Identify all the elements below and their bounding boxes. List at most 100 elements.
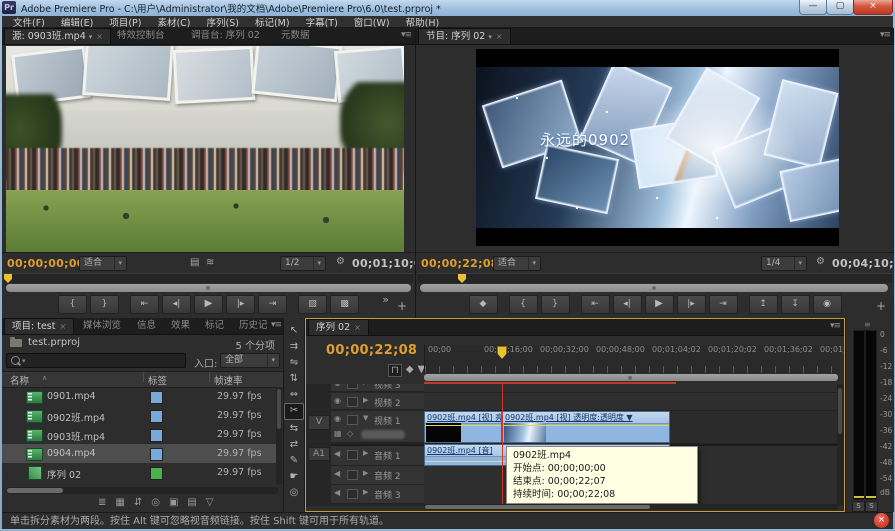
program-resolution-select[interactable]: 1/4▾ — [761, 256, 807, 271]
automate-to-sequence-icon[interactable]: ⇵ — [134, 497, 142, 508]
work-area-bar[interactable] — [424, 374, 838, 381]
column-label[interactable]: 标签 — [148, 373, 167, 387]
column-framerate[interactable]: 帧速率 — [214, 373, 243, 387]
rate-stretch-tool[interactable]: ⇔ — [285, 387, 303, 402]
step-back-button[interactable]: ◂| — [613, 295, 642, 314]
close-icon[interactable]: × — [354, 323, 361, 332]
tab-audio-mixer[interactable]: 调音台: 序列 02 — [184, 28, 267, 43]
program-zoom-scrollbar[interactable] — [420, 284, 888, 292]
table-row[interactable]: 0902班.mp4 29.97 fps — [2, 406, 276, 425]
rolling-edit-tool[interactable]: ⇅ — [285, 371, 303, 386]
close-icon[interactable]: × — [96, 32, 103, 41]
label-chip[interactable] — [150, 448, 163, 461]
tab-program[interactable]: 节目: 序列 02▾× — [418, 28, 511, 44]
list-view-icon[interactable]: ≣ — [98, 497, 106, 508]
mark-in-button[interactable]: { — [58, 295, 87, 314]
track-header-audio1[interactable]: ◀ ▶ 音频 1 — [331, 444, 424, 466]
source-time-ruler[interactable] — [4, 273, 413, 283]
close-icon[interactable]: × — [496, 32, 503, 41]
menu-title[interactable]: 字幕(T) — [299, 15, 345, 29]
tab-source[interactable]: 源: 0903班.mp4▾× — [4, 28, 111, 44]
new-bin-icon[interactable]: ▣ — [169, 497, 178, 508]
collapse-icon[interactable]: ▶ — [363, 384, 368, 386]
lock-toggle[interactable] — [347, 397, 358, 407]
solo-right-button[interactable]: S — [865, 501, 878, 512]
chevron-down-icon[interactable]: ▾ — [89, 33, 93, 41]
button-editor-plus-icon[interactable]: + — [876, 299, 886, 313]
timeline-current-timecode[interactable]: 00;00;22;08 — [326, 343, 417, 358]
mark-in-button[interactable]: { — [509, 295, 538, 314]
track-content-video2[interactable] — [424, 393, 837, 411]
expand-icon[interactable]: ▼ — [363, 414, 368, 422]
search-options-caret-icon[interactable]: ▾ — [22, 357, 26, 365]
timeline-clip-video1-b[interactable]: 0902班.mp4 [视] 透明度:透明度 ▼ — [502, 411, 670, 443]
tab-sequence-02[interactable]: 序列 02× — [308, 319, 369, 335]
maximize-button[interactable]: ▢ — [826, 0, 854, 15]
program-current-timecode[interactable]: 00;00;22;08 — [421, 257, 499, 270]
panel-menu-icon[interactable]: ▾≡ — [271, 320, 281, 330]
speaker-icon[interactable]: ◀ — [334, 488, 340, 497]
tab-effect-controls[interactable]: 特效控制台 — [110, 28, 172, 43]
audio1-target-badge[interactable]: A1 — [308, 447, 330, 461]
menu-marker[interactable]: 标记(M) — [248, 15, 297, 29]
video1-target-badge[interactable]: V — [308, 415, 330, 430]
menu-project[interactable]: 项目(P) — [102, 15, 148, 29]
eye-icon[interactable]: ◉ — [334, 384, 341, 387]
minimize-button[interactable]: — — [799, 0, 827, 15]
timeline-vscrollbar[interactable] — [837, 384, 843, 504]
collapse-icon[interactable]: ▶ — [363, 449, 368, 457]
source-zoom-scrollbar[interactable] — [6, 284, 411, 292]
track-header-video1[interactable]: ◉ ▼ 视频 1 ▦ ◇ — [331, 411, 424, 443]
lock-toggle[interactable] — [347, 489, 358, 499]
hand-tool[interactable]: ☛ — [285, 469, 303, 484]
source-fit-select[interactable]: 适合▾ — [79, 256, 127, 271]
drag-audio-icon[interactable]: ≋ — [206, 257, 214, 268]
drag-video-icon[interactable]: ▤ — [190, 257, 199, 268]
tab-effects[interactable]: 效果 — [164, 318, 197, 333]
program-fit-select[interactable]: 适合▾ — [493, 256, 541, 271]
close-button[interactable]: × — [853, 0, 893, 15]
playhead-line[interactable] — [502, 384, 503, 506]
add-marker-button[interactable]: ◆ — [469, 295, 498, 314]
speaker-icon[interactable]: ◀ — [334, 449, 340, 458]
go-to-out-button[interactable]: ⇥ — [709, 295, 738, 314]
label-chip[interactable] — [150, 391, 163, 404]
program-playhead[interactable] — [458, 274, 466, 283]
table-row[interactable]: 0901.mp4 29.97 fps — [2, 387, 276, 406]
find-icon[interactable]: ◎ — [151, 497, 160, 508]
menu-clip[interactable]: 素材(C) — [150, 15, 197, 29]
search-input[interactable]: ▾ — [6, 353, 186, 368]
lock-toggle[interactable] — [347, 450, 358, 460]
go-to-in-button[interactable]: ⇤ — [130, 295, 159, 314]
source-resolution-select[interactable]: 1/2▾ — [280, 256, 326, 271]
menu-edit[interactable]: 编辑(E) — [54, 15, 100, 29]
overwrite-button[interactable]: ▩ — [330, 295, 359, 314]
tab-history[interactable]: 历史记 — [232, 318, 275, 333]
column-name[interactable]: 名称 — [10, 373, 29, 387]
label-chip[interactable] — [150, 410, 163, 423]
new-item-icon[interactable]: ▤ — [187, 497, 196, 508]
razor-tool[interactable]: ✂ — [284, 403, 304, 420]
timeline-clip-video1-a[interactable]: 0902班.mp4 [视] 亮▼ — [424, 411, 502, 443]
extract-button[interactable]: ↧ — [781, 295, 810, 314]
button-editor-plus-icon[interactable]: + — [397, 299, 407, 313]
track-header-video3[interactable]: ◉ ▶ 视频 3 — [331, 384, 424, 392]
label-chip[interactable] — [150, 467, 163, 480]
speaker-icon[interactable]: ◀ — [334, 469, 340, 478]
panel-menu-icon[interactable]: ▾≡ — [830, 321, 840, 331]
clear-icon[interactable]: ▽ — [206, 497, 214, 508]
settings-wrench-icon[interactable]: ⚙ — [816, 256, 825, 267]
step-back-button[interactable]: ◂| — [162, 295, 191, 314]
snap-icon[interactable]: ⊓ — [388, 364, 402, 377]
track-header-video2[interactable]: ◉ ▶ 视频 2 — [331, 393, 424, 410]
step-forward-button[interactable]: |▸ — [677, 295, 706, 314]
menu-sequence[interactable]: 序列(S) — [200, 15, 246, 29]
collapse-icon[interactable]: ▶ — [363, 488, 368, 496]
time-ruler[interactable]: 00;00 00;00;16;00 00;00;32;00 00;00;48;0… — [424, 345, 840, 373]
program-time-ruler[interactable] — [418, 273, 892, 283]
export-frame-button[interactable]: ◉ — [813, 295, 842, 314]
collapse-icon[interactable]: ▶ — [363, 469, 368, 477]
step-forward-button[interactable]: |▸ — [226, 295, 255, 314]
lock-toggle[interactable] — [347, 384, 358, 389]
label-chip[interactable] — [150, 429, 163, 442]
